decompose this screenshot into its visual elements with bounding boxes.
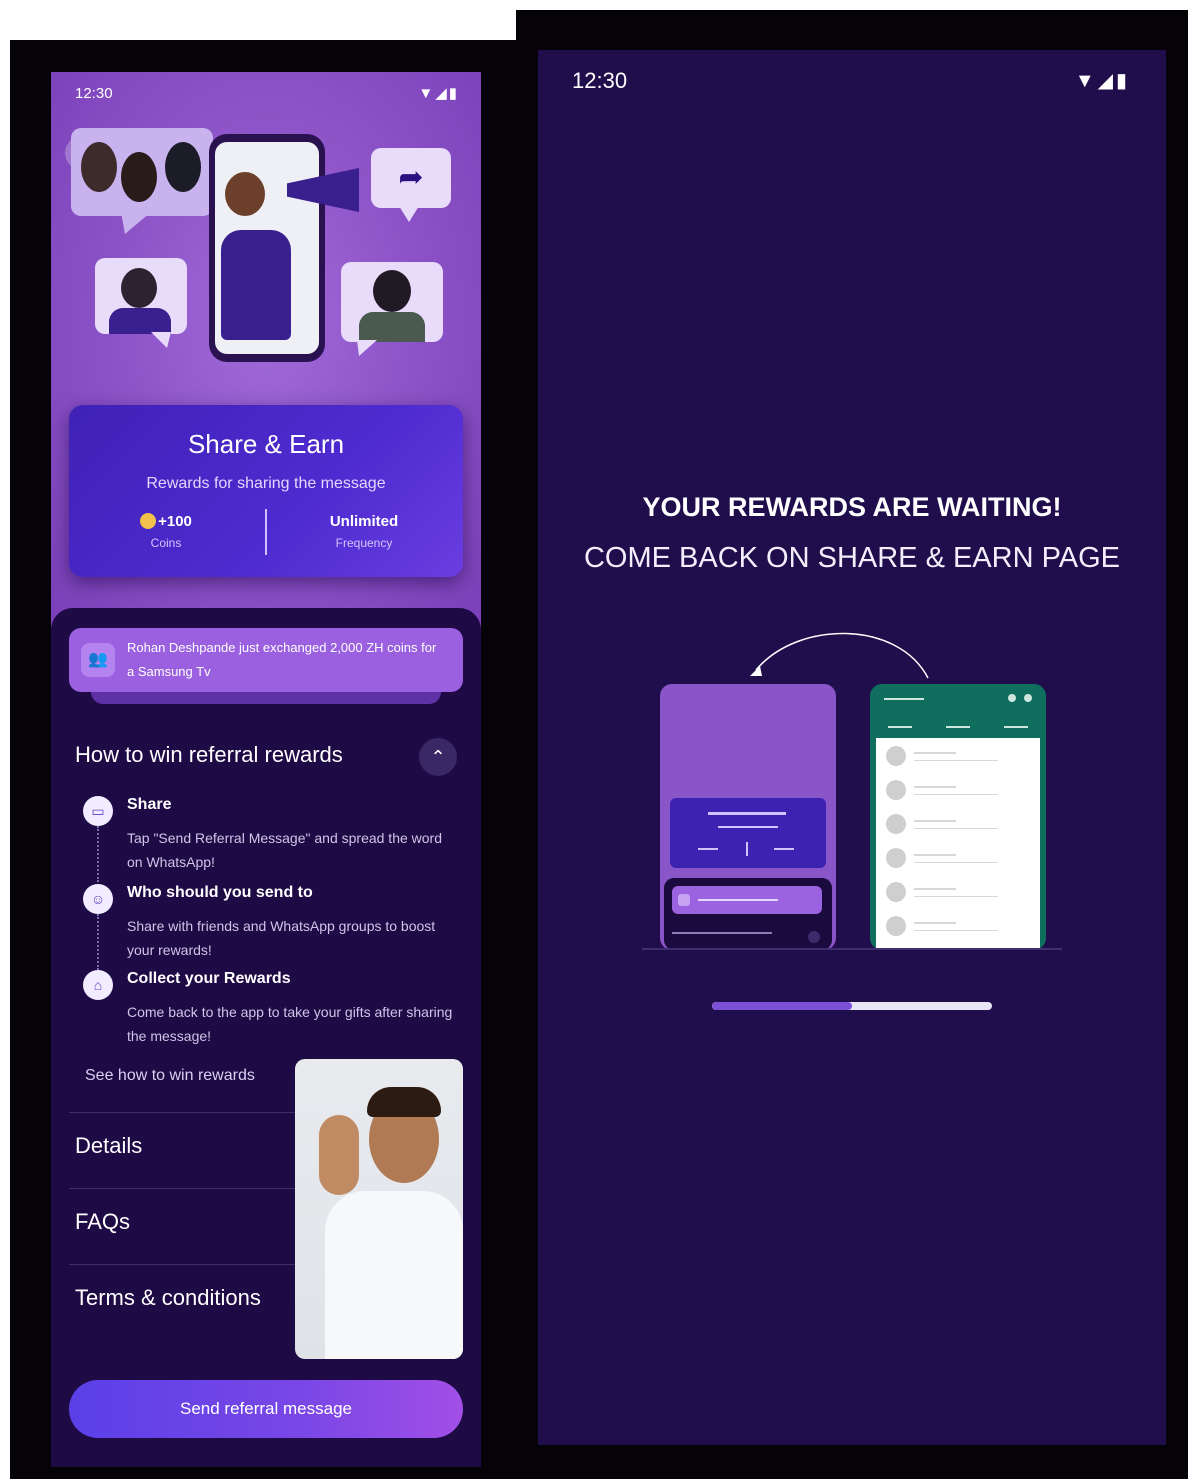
- row-label: Details: [75, 1133, 143, 1158]
- bubble-tail-icon: [151, 332, 171, 348]
- card-title: Share & Earn: [187, 429, 345, 459]
- group-chat-bubble: [71, 128, 213, 216]
- person-bubble-left: [95, 258, 187, 334]
- message-icon: ▭: [83, 796, 113, 826]
- howto-title: How to win referral rewards: [75, 742, 343, 767]
- step-title: Collect your Rewards: [127, 970, 291, 987]
- video-overlay[interactable]: [295, 1059, 463, 1359]
- timeline-dots: [97, 914, 101, 970]
- person-avatar: [165, 142, 201, 192]
- share-earn-screen: 12:30 ▼◢▮ ‹ ➦: [51, 72, 481, 1467]
- step-description: Come back to the app to take your gifts …: [127, 1004, 453, 1044]
- bubble-tail-icon: [121, 212, 151, 234]
- row-label: FAQs: [75, 1209, 131, 1234]
- status-time: 12:30: [572, 68, 628, 93]
- return-arrow-icon: [755, 632, 929, 679]
- step-description: Tap "Send Referral Message" and spread t…: [127, 830, 443, 870]
- status-bar: 12:30 ▼◢▮: [538, 66, 1166, 96]
- app-switch-illustration: [642, 632, 1062, 950]
- coin-icon: [140, 513, 157, 529]
- person-avatar: [373, 270, 411, 312]
- status-icons: ▼◢▮: [418, 85, 459, 102]
- timeline-dots: [97, 826, 101, 882]
- share-earn-card: Share & Earn Rewards for sharing the mes…: [69, 405, 463, 577]
- card-subtitle: Rewards for sharing the message: [146, 475, 386, 492]
- activity-ticker[interactable]: 👥 Rohan Deshpande just exchanged 2,000 Z…: [69, 628, 463, 692]
- terms-row[interactable]: Terms & conditions: [69, 1264, 309, 1341]
- bubble-tail-icon: [357, 340, 377, 356]
- coins-stat: +100 Coins: [71, 513, 261, 550]
- step-title: Who should you send to: [127, 884, 313, 901]
- gift-icon: ⌂: [83, 970, 113, 1000]
- step-title: Share: [127, 796, 172, 813]
- bubble-tail-icon: [399, 206, 419, 222]
- share-arrow-icon: ➦: [398, 161, 424, 194]
- step-description: Share with friends and WhatsApp groups t…: [127, 918, 436, 958]
- doctor-coat: [325, 1191, 463, 1359]
- frequency-value: Unlimited: [329, 513, 399, 530]
- status-bar: 12:30 ▼◢▮: [51, 82, 481, 106]
- frequency-stat: Unlimited Frequency: [269, 513, 459, 550]
- coins-value: +100: [158, 513, 192, 530]
- person-bubble-right: [341, 262, 443, 342]
- doctor-hair: [367, 1087, 441, 1117]
- ticker-text: Rohan Deshpande just exchanged 2,000 ZH …: [127, 640, 437, 679]
- see-how-link[interactable]: See how to win rewards: [85, 1067, 255, 1085]
- person-avatar: [121, 152, 157, 202]
- contacts-icon: ☺: [83, 884, 113, 914]
- collapse-chevron-up-icon[interactable]: ⌃: [419, 738, 457, 776]
- loading-progress-bar: [712, 1002, 992, 1010]
- faqs-row[interactable]: FAQs: [69, 1188, 309, 1265]
- person-avatar: [121, 268, 157, 308]
- waving-hand-icon: [319, 1115, 359, 1195]
- send-referral-button[interactable]: Send referral message: [69, 1380, 463, 1438]
- stat-divider: [265, 509, 267, 555]
- coins-label: Coins: [150, 536, 182, 550]
- subheadline: COME BACK ON SHARE & EARN PAGE: [583, 542, 1121, 574]
- progress-fill: [712, 1002, 852, 1010]
- person-figure: [225, 172, 265, 216]
- share-bubble: ➦: [371, 148, 451, 208]
- details-row[interactable]: Details: [69, 1112, 309, 1189]
- group-users-icon: 👥: [81, 643, 115, 677]
- person-avatar: [81, 142, 117, 192]
- headline: YOUR REWARDS ARE WAITING!: [642, 492, 1062, 522]
- status-icons: ▼◢▮: [1074, 70, 1130, 92]
- status-time: 12:30: [75, 85, 113, 102]
- phone-illustration: [209, 134, 325, 362]
- frequency-label: Frequency: [335, 536, 393, 550]
- row-label: Terms & conditions: [75, 1285, 261, 1310]
- rewards-waiting-screen: 12:30 ▼◢▮ YOUR REWARDS ARE WAITING! COME…: [538, 50, 1166, 1445]
